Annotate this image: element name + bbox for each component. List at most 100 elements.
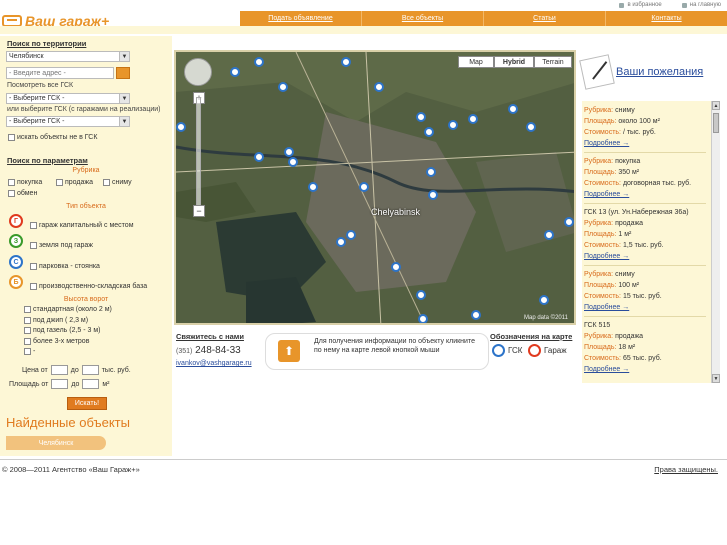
- gsk-marker[interactable]: [254, 152, 264, 162]
- map-type-terrain[interactable]: Terrain: [534, 56, 572, 68]
- map-type-map[interactable]: Map: [458, 56, 494, 68]
- scroll-thumb[interactable]: [713, 113, 719, 133]
- contact-email-link[interactable]: ivankov@vashgarage.ru: [176, 360, 252, 367]
- rubric-value: продажа: [615, 220, 644, 227]
- rubric-exchange-checkbox[interactable]: [8, 190, 15, 197]
- gsk-marker[interactable]: [336, 237, 346, 247]
- nav-contacts[interactable]: Контакты: [605, 11, 727, 26]
- height-jeep-row[interactable]: под джип ( 2,3 м): [24, 317, 88, 324]
- gsk-marker[interactable]: [416, 290, 426, 300]
- height-standard-checkbox[interactable]: [24, 306, 31, 313]
- gsk-marker[interactable]: [416, 112, 426, 122]
- gsk-marker[interactable]: [288, 157, 298, 167]
- rubric-sell-checkbox[interactable]: [56, 179, 63, 186]
- gsk-marker[interactable]: [426, 167, 436, 177]
- rubric-value: продажа: [615, 333, 644, 340]
- gsk-marker[interactable]: [424, 127, 434, 137]
- area-from-input[interactable]: [51, 379, 69, 389]
- rubric-exchange-row[interactable]: обмен: [8, 190, 37, 197]
- type-land-row[interactable]: земля под гараж: [30, 242, 93, 249]
- rubric-value: сниму: [615, 271, 635, 278]
- price-from-input[interactable]: [50, 365, 68, 375]
- height-none-row[interactable]: -: [24, 348, 35, 355]
- gsk-marker[interactable]: [418, 314, 428, 323]
- details-link[interactable]: Подробнее →: [584, 364, 708, 375]
- gsk-sale-select[interactable]: - Выберите ГСК - ▼: [6, 116, 130, 127]
- wishes-link[interactable]: Ваши пожелания: [616, 66, 703, 78]
- scroll-up-icon[interactable]: ▲: [712, 101, 720, 110]
- nav-submit-ad[interactable]: Подать объявление: [240, 11, 361, 26]
- gsk-marker[interactable]: [359, 182, 369, 192]
- rubric-rent-checkbox[interactable]: [103, 179, 110, 186]
- map-type-hybrid[interactable]: Hybrid: [494, 56, 534, 68]
- home-link[interactable]: на главную: [681, 2, 721, 8]
- rubric-key: Рубрика:: [584, 333, 614, 340]
- zoom-slider[interactable]: [196, 97, 201, 217]
- gsk-marker[interactable]: [284, 147, 294, 157]
- rubric-sell-row[interactable]: продажа: [56, 179, 93, 186]
- gsk-marker[interactable]: [278, 82, 288, 92]
- garage-map[interactable]: Map Hybrid Terrain + − Chelyabinsk Map d…: [174, 50, 576, 325]
- zoom-out-button[interactable]: −: [193, 205, 205, 217]
- gsk-marker[interactable]: [308, 182, 318, 192]
- gsk-marker[interactable]: [508, 104, 518, 114]
- details-link[interactable]: Подробнее →: [584, 251, 708, 262]
- see-all-gsk-link[interactable]: Посмотреть все ГСК: [7, 82, 73, 89]
- search-button[interactable]: Искать!: [67, 397, 107, 410]
- outside-gsk-checkbox-row[interactable]: искать объекты не в ГСК: [8, 134, 97, 141]
- type-parking-checkbox[interactable]: [30, 263, 37, 270]
- gsk-marker[interactable]: [526, 122, 536, 132]
- gsk-marker[interactable]: [471, 310, 481, 320]
- rubric-buy-checkbox[interactable]: [8, 179, 15, 186]
- type-warehouse-checkbox[interactable]: [30, 283, 37, 290]
- height-over3-row[interactable]: более 3-х метров: [24, 338, 89, 345]
- gsk-marker[interactable]: [176, 122, 186, 132]
- height-standard-row[interactable]: стандартная (около 2 м): [24, 306, 112, 313]
- rubric-key: Рубрика:: [584, 271, 614, 278]
- gsk-marker[interactable]: [539, 295, 549, 305]
- gsk-marker[interactable]: [230, 67, 240, 77]
- gsk-marker[interactable]: [544, 230, 554, 240]
- details-link[interactable]: Подробнее →: [584, 189, 708, 200]
- height-jeep-checkbox[interactable]: [24, 317, 31, 324]
- scroll-down-icon[interactable]: ▼: [712, 374, 720, 383]
- price-to-input[interactable]: [81, 365, 99, 375]
- type-garage-checkbox[interactable]: [30, 222, 37, 229]
- gsk-marker[interactable]: [391, 262, 401, 272]
- nav-all-objects[interactable]: Все объекты: [361, 11, 483, 26]
- type-parking-row[interactable]: парковка - стоянка: [30, 263, 100, 270]
- type-land-checkbox[interactable]: [30, 242, 37, 249]
- arrow-up-icon: ⬆: [278, 340, 300, 362]
- nav-articles[interactable]: Статьи: [483, 11, 605, 26]
- height-gazelle-row[interactable]: под газель (2,5 - 3 м): [24, 327, 101, 334]
- address-input[interactable]: [6, 67, 114, 79]
- gsk-marker[interactable]: [428, 190, 438, 200]
- height-over3-checkbox[interactable]: [24, 338, 31, 345]
- city-select[interactable]: Челябинск ▼: [6, 51, 130, 62]
- details-link[interactable]: Подробнее →: [584, 138, 708, 149]
- outside-gsk-checkbox[interactable]: [8, 134, 15, 141]
- gsk-marker[interactable]: [564, 217, 574, 227]
- type-garage-row[interactable]: гараж капитальный с местом: [30, 222, 134, 229]
- gsk-marker[interactable]: [448, 120, 458, 130]
- gsk-marker[interactable]: [374, 82, 384, 92]
- details-link[interactable]: Подробнее →: [584, 302, 708, 313]
- gsk-marker[interactable]: [341, 57, 351, 67]
- add-to-favorites-link[interactable]: в избранное: [619, 2, 662, 8]
- area-to-input[interactable]: [82, 379, 100, 389]
- gsk-marker[interactable]: [468, 114, 478, 124]
- footer-rights-link[interactable]: Права защищены.: [654, 465, 718, 474]
- gsk-select[interactable]: - Выберите ГСК - ▼: [6, 93, 130, 104]
- map-pan-control[interactable]: [184, 58, 212, 86]
- gsk-marker[interactable]: [346, 230, 356, 240]
- height-gazelle-checkbox[interactable]: [24, 327, 31, 334]
- gsk-select-value: - Выберите ГСК -: [9, 95, 65, 102]
- rubric-rent-row[interactable]: сниму: [103, 179, 132, 186]
- type-warehouse-row[interactable]: производственно-складская база: [30, 283, 147, 290]
- address-search-button[interactable]: [116, 67, 130, 79]
- gsk-marker[interactable]: [254, 57, 264, 67]
- height-none-checkbox[interactable]: [24, 348, 31, 355]
- found-city-chip[interactable]: Челябинск: [6, 436, 106, 450]
- rubric-buy-row[interactable]: покупка: [8, 179, 42, 186]
- listings-scrollbar[interactable]: ▲ ▼: [711, 101, 720, 383]
